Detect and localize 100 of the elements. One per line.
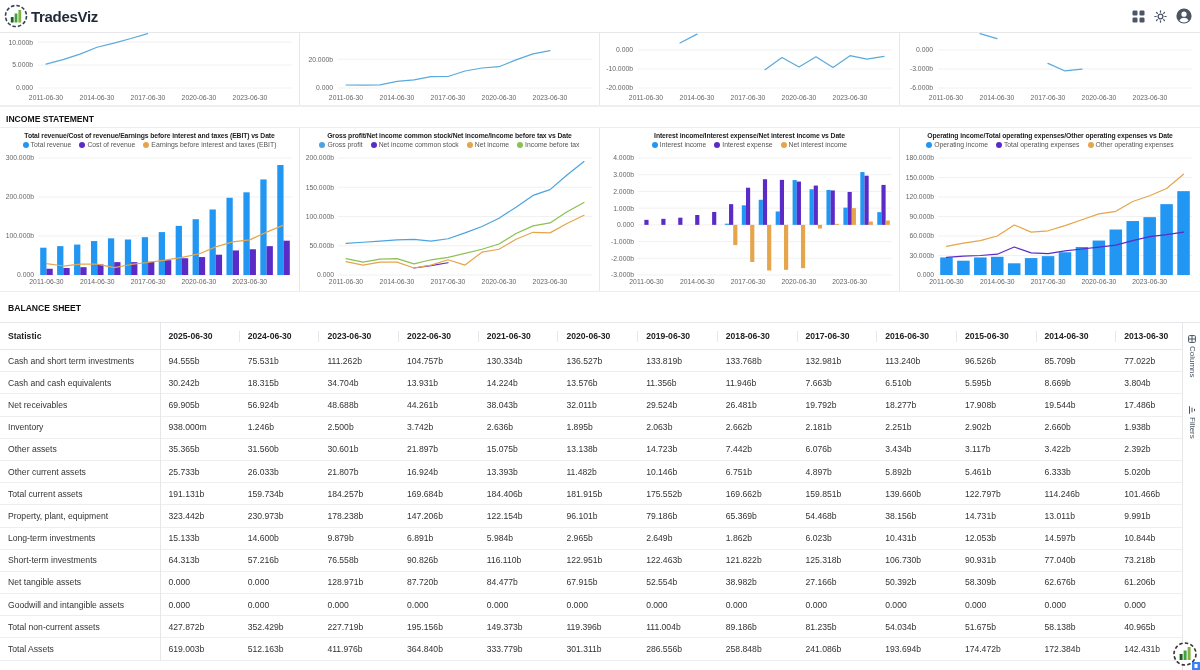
table-cell: 0.000 [486, 599, 509, 610]
table-cell: 14.224b [486, 377, 518, 388]
table-cell: 15.133b [168, 533, 200, 544]
table-cell: 147.206b [407, 510, 443, 521]
table-cell: 3.422b [1044, 444, 1071, 455]
table-cell: 101.466b [1124, 488, 1161, 499]
side-panel-tab[interactable]: Columns [1185, 333, 1198, 380]
table-cell: 6.751b [725, 466, 753, 477]
table-cell: 174.472b [964, 644, 1001, 655]
table-cell: 38.043b [486, 399, 518, 410]
column-header[interactable]: Statistic [8, 331, 42, 341]
column-header[interactable]: 2013-06-30 [1124, 331, 1169, 341]
column-header[interactable]: 2021-06-30 [486, 331, 531, 341]
table-cell: 30.242b [168, 377, 200, 388]
bar [695, 215, 700, 225]
table-cell: 0.000 [566, 599, 588, 610]
table-cell: 3.804b [1124, 377, 1151, 388]
table-cell: 139.660b [885, 488, 922, 499]
table-cell: 64.313b [168, 555, 200, 566]
table-cell: 26.033b [247, 466, 279, 477]
table-cell: 69.905b [168, 399, 200, 410]
table-cell: 427.872b [168, 621, 205, 632]
row-label: Cash and cash equivalents [8, 377, 112, 388]
table-cell: 2.649b [646, 533, 673, 544]
bar [1143, 217, 1156, 275]
table-cell: 241.086b [805, 644, 842, 655]
column-header[interactable]: 2023-06-30 [327, 331, 372, 341]
column-header[interactable]: 2018-06-30 [725, 331, 770, 341]
table-cell: 62.676b [1044, 577, 1076, 588]
bar-logo-icon[interactable] [1172, 640, 1200, 670]
table-cell: 48.688b [327, 399, 359, 410]
table-cell: 230.973b [247, 510, 284, 521]
row-label: Inventory [8, 422, 44, 433]
column-header[interactable]: 2022-06-30 [407, 331, 452, 341]
bar [1007, 263, 1021, 275]
table-cell: 169.662b [725, 488, 762, 499]
row-label: Total current assets [8, 488, 83, 499]
table-cell: 191.131b [168, 488, 205, 499]
table-cell: 286.556b [646, 644, 682, 655]
table-cell: 51.675b [964, 621, 996, 632]
column-header[interactable]: 2025-06-30 [168, 331, 213, 341]
table-cell: 128.971b [327, 577, 364, 588]
column-header[interactable]: 2017-06-30 [805, 331, 850, 341]
brand-name[interactable]: TradesViz [31, 8, 99, 24]
table-cell: 0.000 [1124, 599, 1146, 610]
table-cell: 195.156b [407, 621, 443, 632]
row-label: Total Assets [8, 644, 54, 655]
table-cell: 21.807b [327, 466, 359, 477]
sun-icon[interactable] [1154, 9, 1167, 23]
table-cell: 364.840b [407, 644, 443, 655]
table-cell: 52.554b [646, 577, 678, 588]
table-cell: 181.915b [566, 488, 603, 499]
column-header[interactable]: 2024-06-30 [247, 331, 292, 341]
column-header[interactable]: 2020-06-30 [566, 331, 611, 341]
logo-icon[interactable] [4, 4, 28, 28]
row-label: Net tangible assets [8, 577, 82, 588]
table-cell: 21.897b [407, 444, 439, 455]
table-cell: 175.552b [646, 488, 682, 499]
table-cell: 258.848b [725, 644, 762, 655]
column-header[interactable]: 2016-06-30 [885, 331, 930, 341]
table-cell: 40.965b [1124, 621, 1156, 632]
side-panel-tab[interactable]: Filters [1185, 403, 1198, 441]
bar [957, 260, 970, 275]
table-cell: 84.477b [486, 577, 518, 588]
table-cell: 2.902b [964, 422, 992, 433]
table-cell: 6.333b [1044, 466, 1071, 477]
user-icon[interactable] [1176, 8, 1192, 24]
table-cell: 77.040b [1044, 555, 1076, 566]
table-cell: 122.797b [964, 488, 1001, 499]
table-cell: 14.731b [964, 510, 996, 521]
table-cell: 13.011b [1044, 510, 1075, 521]
section-title: BALANCE SHEET [8, 303, 82, 313]
table-cell: 90.931b [964, 555, 996, 566]
grid-icon[interactable] [1132, 9, 1145, 23]
bar [1160, 204, 1173, 275]
table-cell: 0.000 [805, 599, 827, 610]
table-cell: 122.463b [646, 555, 682, 566]
bar [974, 257, 987, 275]
table-cell: 38.156b [885, 510, 917, 521]
table-cell: 50.392b [885, 577, 917, 588]
table-cell: 87.720b [407, 577, 439, 588]
table-cell: 4.897b [805, 466, 832, 477]
row-label: Short-term investments [8, 555, 97, 566]
table-cell: 619.003b [168, 644, 205, 655]
table-cell: 30.601b [327, 444, 359, 455]
table-cell: 38.982b [725, 577, 757, 588]
table-cell: 6.076b [805, 444, 832, 455]
table-cell: 7.442b [725, 444, 753, 455]
table-cell: 96.526b [964, 355, 996, 366]
table-cell: 16.924b [407, 466, 439, 477]
table-cell: 76.558b [327, 555, 359, 566]
column-header[interactable]: 2019-06-30 [646, 331, 691, 341]
column-header[interactable]: 2014-06-30 [1044, 331, 1089, 341]
bar [940, 257, 953, 275]
table-cell: 111.262b [327, 355, 362, 366]
column-header[interactable]: 2015-06-30 [964, 331, 1009, 341]
table-cell: 2.965b [566, 533, 593, 544]
table-cell: 149.373b [486, 621, 523, 632]
table-cell: 133.768b [725, 355, 762, 366]
table-cell: 13.576b [566, 377, 598, 388]
